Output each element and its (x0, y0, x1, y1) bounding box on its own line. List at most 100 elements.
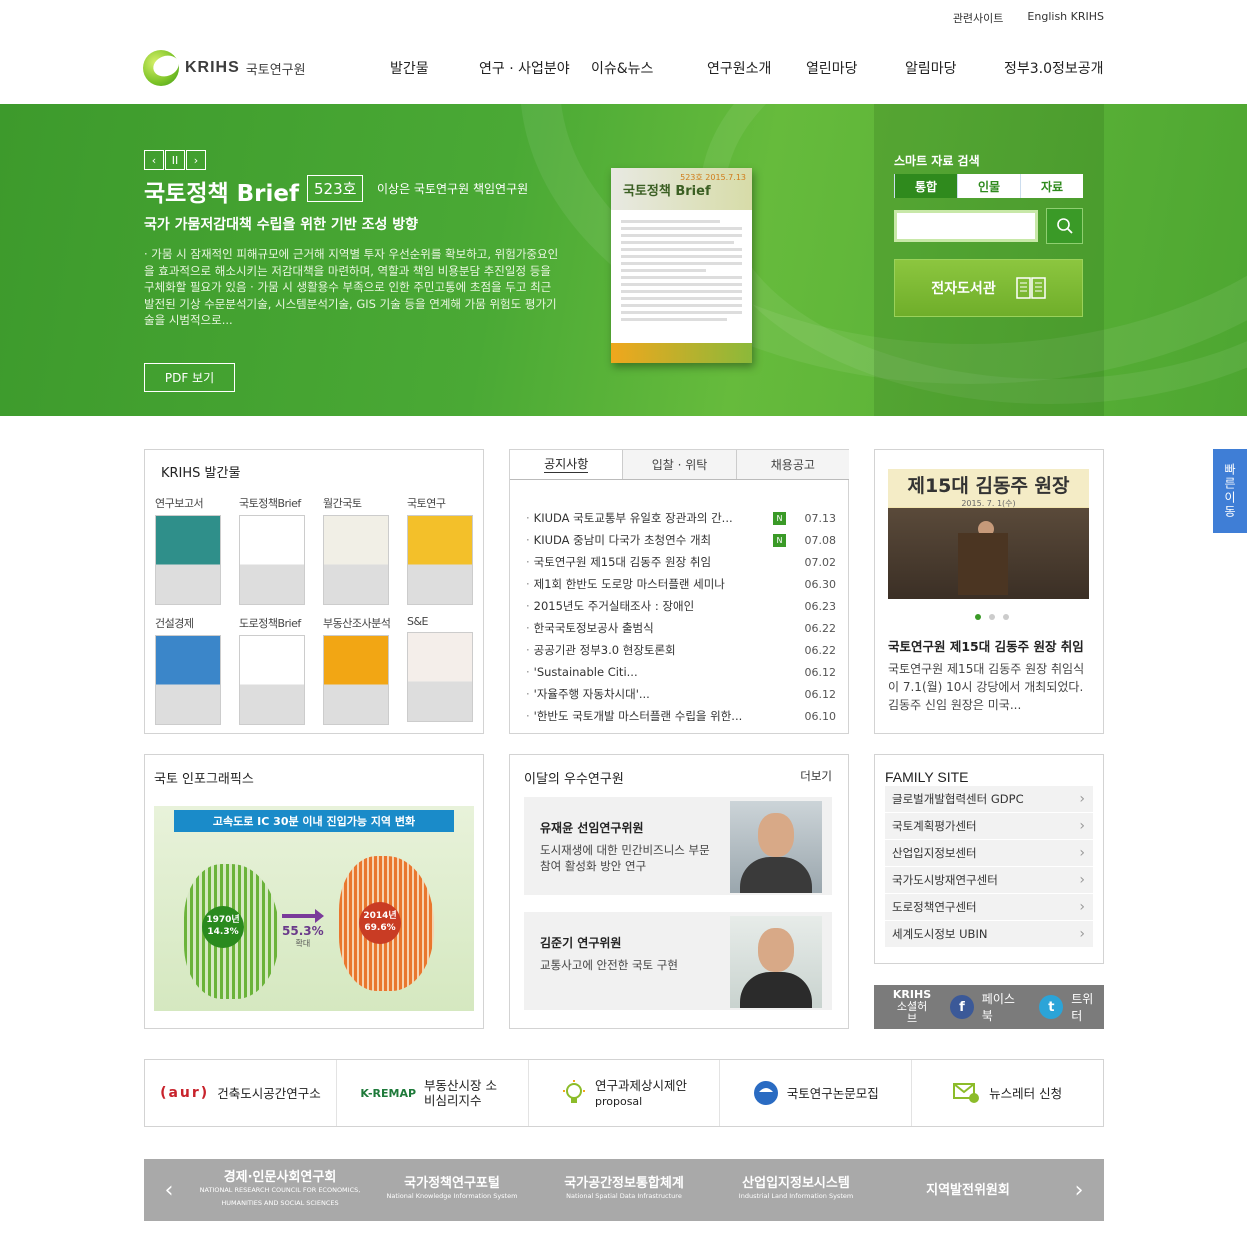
notice-date: 06.30 (804, 577, 837, 591)
tab-all[interactable]: 통합 (894, 174, 957, 198)
next-slide-button[interactable]: › (186, 150, 206, 170)
publication-item[interactable]: 도로정책Brief (239, 615, 305, 725)
notice-title: 2015년도 주거실태조사 : 장애인 (526, 598, 767, 614)
researcher-photo (730, 801, 822, 893)
notice-row[interactable]: '한반도 국토개발 마스터플랜 수립을 위한... 06.10 (526, 705, 836, 727)
logo-mark-icon (143, 50, 179, 86)
nav-about[interactable]: 연구원소개 (707, 58, 771, 78)
notice-row[interactable]: 한국국토정보공사 출범식 06.22 (526, 617, 836, 639)
publication-item[interactable]: 국토연구 (407, 495, 473, 605)
partner-ilis[interactable]: 산업입지정보시스템 Industrial Land Information Sys… (710, 1177, 882, 1203)
pause-slide-button[interactable]: II (165, 150, 185, 170)
stat-2014: 2014년 69.6% (359, 902, 401, 944)
twitter-link[interactable]: 트위터 (1071, 990, 1104, 1024)
partner-next-button[interactable]: › (1054, 1178, 1104, 1203)
nav-research[interactable]: 연구 · 사업분야 (479, 58, 570, 78)
banner-proposal[interactable]: 연구과제상시제안 proposal (527, 1060, 720, 1126)
prev-slide-button[interactable]: ‹ (144, 150, 164, 170)
issue-badge: 523호 (307, 175, 364, 202)
banner-label: 뉴스레터 신청 (989, 1085, 1063, 1101)
partner-nkis[interactable]: 국가정책연구포털 National Knowledge Information S… (366, 1177, 538, 1203)
auri-logo-icon: (aur) (160, 1084, 210, 1101)
more-link[interactable]: 더보기 (800, 768, 832, 784)
notice-row[interactable]: KIUDA 중남미 다국가 초청연수 개최 N 07.08 (526, 529, 836, 551)
slide-controls: ‹ II › (144, 150, 206, 170)
publication-item[interactable]: 연구보고서 (155, 495, 221, 605)
partner-carousel: ‹ 경제·인문사회연구회 NATIONAL RESEARCH COUNCIL FO… (144, 1159, 1104, 1221)
tab-recruit[interactable]: 채용공고 (735, 450, 849, 479)
publication-item[interactable]: 부동산조사분석 (323, 615, 391, 725)
news-title[interactable]: 국토연구원 제15대 김동주 원장 취임 (888, 636, 1084, 655)
search-button[interactable] (1046, 208, 1083, 244)
researcher-card[interactable]: 유재윤 선임연구위원 도시재생에 대한 민간비즈니스 부문 참여 활성화 방안 … (524, 797, 832, 895)
search-input[interactable] (894, 210, 1038, 242)
tab-people[interactable]: 인물 (957, 174, 1020, 198)
partner-nsdi[interactable]: 국가공간정보통합체계 National Spatial Data Infrastr… (538, 1177, 710, 1203)
change-value: 55.3% (282, 924, 324, 938)
site-logo[interactable]: KRIHS 국토연구원 (143, 50, 306, 86)
publication-item[interactable]: 건설경제 (155, 615, 221, 725)
family-site-link[interactable]: 국가도시방재연구센터 (885, 867, 1093, 894)
banner-kremap[interactable]: K-REMAP 부동산시장 소비심리지수 (335, 1060, 528, 1126)
publication-item[interactable]: 월간국토 (323, 495, 389, 605)
brief-cover-image[interactable]: 국토정책 Brief 523호 2015.7.13 (611, 168, 752, 363)
family-site-link[interactable]: 산업입지정보센터 (885, 840, 1093, 867)
banner-papers[interactable]: 국토연구논문모집 (719, 1060, 911, 1126)
partner-prev-button[interactable]: ‹ (144, 1178, 194, 1203)
news-photo[interactable]: 제15대 김동주 원장 2015. 7. 1(수) (888, 469, 1089, 599)
infographic-image[interactable]: 고속도로 IC 30분 이내 진입가능 지역 변화 1970년 14.3% 201… (154, 806, 474, 1011)
mail-icon (953, 1083, 980, 1103)
partner-sub: Industrial Land Information System (738, 1192, 854, 1200)
notice-title: 국토연구원 제15대 김동주 원장 취임 (526, 554, 767, 570)
notice-title: 'Sustainable Citi... (526, 665, 767, 679)
notice-row[interactable]: KIUDA 국토교통부 유일호 장관과의 간... N 07.13 (526, 507, 836, 529)
partner-regional[interactable]: 지역발전위원회 (882, 1184, 1054, 1197)
pdf-view-button[interactable]: PDF 보기 (144, 363, 235, 392)
partner-name: 지역발전위원회 (926, 1182, 1010, 1198)
tab-bidding[interactable]: 입찰 · 위탁 (622, 450, 735, 479)
tab-notices[interactable]: 공지사항 (510, 450, 623, 479)
hero-subtitle[interactable]: 국가 가뭄저감대책 수립을 위한 기반 조성 방향 (144, 214, 418, 234)
slide-dot[interactable] (1003, 614, 1009, 620)
publication-item[interactable]: S&E (407, 615, 473, 722)
twitter-icon[interactable]: t (1039, 995, 1064, 1019)
partner-sub: National Knowledge Information System (386, 1192, 518, 1200)
quick-move-button[interactable]: 빠른이동 (1213, 449, 1247, 533)
notice-row[interactable]: 국토연구원 제15대 김동주 원장 취임 07.02 (526, 551, 836, 573)
notice-row[interactable]: 'Sustainable Citi... 06.12 (526, 661, 836, 683)
nav-gov3[interactable]: 정부3.0정보공개 (1004, 58, 1104, 78)
facebook-link[interactable]: 페이스북 (982, 990, 1026, 1024)
hero-title: 국토정책 Brief (144, 181, 300, 207)
banner-label: 국토연구논문모집 (786, 1085, 879, 1101)
notice-row[interactable]: '자율주행 자동차시대'... 06.12 (526, 683, 836, 705)
family-site-link[interactable]: 도로정책연구센터 (885, 894, 1093, 921)
change-label: 확대 (295, 939, 311, 948)
partner-nrc[interactable]: 경제·인문사회연구회 NATIONAL RESEARCH COUNCIL FOR … (194, 1171, 366, 1210)
notice-row[interactable]: 제1회 한반도 도로망 마스터플랜 세미나 06.30 (526, 573, 836, 595)
nav-issues-news[interactable]: 이슈&뉴스 (591, 58, 653, 78)
family-site-link[interactable]: 국토계획평가센터 (885, 813, 1093, 840)
english-link[interactable]: English KRIHS (1027, 10, 1104, 26)
nav-notices[interactable]: 알림마당 (905, 58, 957, 78)
e-library-button[interactable]: 전자도서관 (894, 259, 1083, 317)
researcher-card[interactable]: 김준기 연구위원 교통사고에 안전한 국토 구현 (524, 912, 832, 1010)
partner-name: 국가정책연구포털 (404, 1176, 500, 1191)
slide-dot[interactable] (989, 614, 995, 620)
related-sites-link[interactable]: 관련사이트 (953, 10, 1004, 26)
new-badge: N (773, 533, 786, 547)
facebook-icon[interactable]: f (950, 995, 974, 1019)
nav-publications[interactable]: 발간물 (390, 58, 429, 78)
nav-open-forum[interactable]: 열린마당 (806, 58, 858, 78)
publication-item[interactable]: 국토정책Brief (239, 495, 305, 605)
family-site-link[interactable]: 글로벌개발협력센터 GDPC (885, 786, 1093, 813)
slide-dot[interactable] (975, 614, 981, 620)
banner-newsletter[interactable]: 뉴스레터 신청 (911, 1060, 1103, 1126)
banner-auri[interactable]: (aur) 건축도시공간연구소 (145, 1060, 336, 1126)
tab-materials[interactable]: 자료 (1020, 174, 1083, 198)
social-hub-ko: 소셜허브 (896, 1000, 928, 1025)
banner-label: 연구과제상시제안 (594, 1077, 687, 1093)
notice-row[interactable]: 공공기관 정부3.0 현장토론회 06.22 (526, 639, 836, 661)
stat-1970: 1970년 14.3% (202, 906, 244, 948)
family-site-link[interactable]: 세계도시정보 UBIN (885, 921, 1093, 948)
notice-row[interactable]: 2015년도 주거실태조사 : 장애인 06.23 (526, 595, 836, 617)
